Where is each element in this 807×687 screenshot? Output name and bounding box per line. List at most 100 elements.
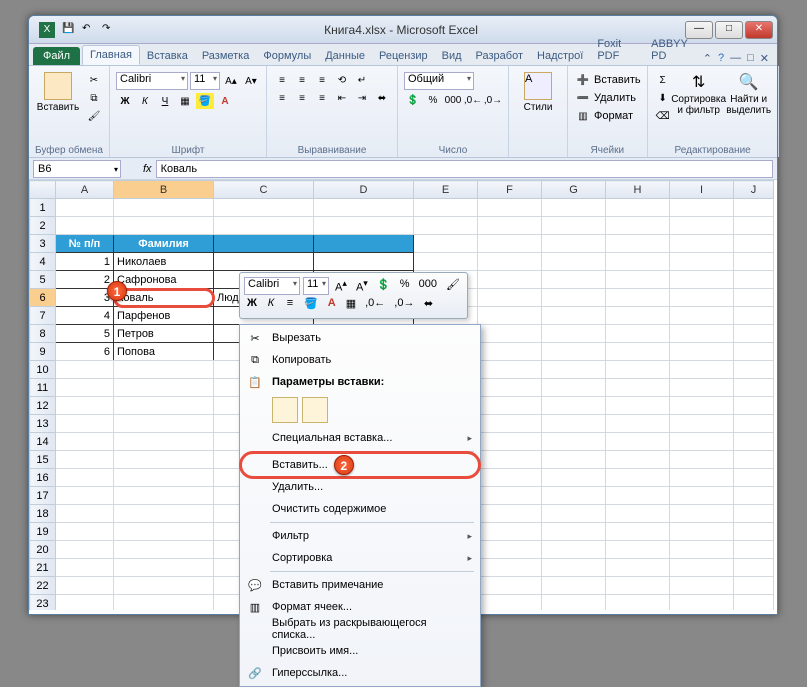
bold-button[interactable]: Ж [116, 93, 134, 109]
format-cells-icon[interactable]: ▥ [574, 108, 592, 124]
tab-insert[interactable]: Вставка [140, 47, 195, 65]
align-left-icon[interactable]: ≡ [273, 90, 291, 106]
ribbon-min-icon[interactable]: ⌃ [703, 52, 712, 65]
mini-size-combo[interactable]: 11 [303, 277, 329, 295]
clear-icon[interactable]: ⌫ [654, 108, 672, 124]
bold-button[interactable]: Ж [244, 296, 260, 314]
indent-dec-icon[interactable]: ⇤ [333, 90, 351, 106]
row-header[interactable]: 14 [30, 433, 56, 451]
dec-decimal-icon[interactable]: ,0→ [391, 296, 417, 314]
tab-data[interactable]: Данные [318, 47, 372, 65]
font-color-button[interactable]: A [324, 296, 340, 314]
align-top-icon[interactable]: ≡ [273, 72, 291, 88]
percent-icon[interactable]: % [424, 92, 442, 108]
name-box[interactable]: B6 [33, 160, 121, 178]
comma-icon[interactable]: 000 [416, 277, 440, 295]
row-header[interactable]: 16 [30, 469, 56, 487]
ctx-cut[interactable]: ✂Вырезать [242, 327, 478, 349]
col-header[interactable]: E [414, 181, 478, 199]
row-header[interactable]: 21 [30, 559, 56, 577]
ctx-insert[interactable]: Вставить... 2 [242, 454, 478, 476]
col-header[interactable]: F [478, 181, 542, 199]
doc-restore-icon[interactable]: □ [747, 52, 754, 65]
tab-abbyy[interactable]: ABBYY PD [644, 35, 703, 65]
format-painter-icon[interactable]: 🖌 [85, 108, 103, 124]
font-name-combo[interactable]: Calibri [116, 72, 188, 90]
row-header[interactable]: 8 [30, 325, 56, 343]
paste-option-values[interactable] [302, 397, 328, 423]
row-header[interactable]: 22 [30, 577, 56, 595]
copy-icon[interactable]: ⧉ [85, 90, 103, 106]
mini-font-combo[interactable]: Calibri [244, 277, 300, 295]
format-cells-button[interactable]: Формат [594, 110, 633, 122]
fill-color-button[interactable]: 🪣 [301, 296, 321, 314]
merge-icon[interactable]: ⬌ [420, 296, 436, 314]
fill-icon[interactable]: ⬇ [654, 90, 672, 106]
tab-addins[interactable]: Надстрої [530, 47, 590, 65]
ctx-hyperlink[interactable]: 🔗Гиперссылка... [242, 662, 478, 684]
row-header[interactable]: 9 [30, 343, 56, 361]
col-header[interactable]: A [56, 181, 114, 199]
col-header[interactable]: G [542, 181, 606, 199]
ctx-paste-special[interactable]: Специальная вставка... [242, 427, 478, 449]
doc-min-icon[interactable]: — [730, 52, 741, 65]
row-header[interactable]: 20 [30, 541, 56, 559]
ctx-delete[interactable]: Удалить... [242, 476, 478, 498]
row-header[interactable]: 4 [30, 253, 56, 271]
ctx-comment[interactable]: 💬Вставить примечание [242, 574, 478, 596]
row-header[interactable]: 18 [30, 505, 56, 523]
align-center-icon[interactable]: ≡ [293, 90, 311, 106]
row-header[interactable]: 13 [30, 415, 56, 433]
align-center-icon[interactable]: ≡ [282, 296, 298, 314]
ctx-format-cells[interactable]: ▥Формат ячеек... [242, 596, 478, 618]
align-mid-icon[interactable]: ≡ [293, 72, 311, 88]
dec-decimal-icon[interactable]: ,0→ [484, 92, 502, 108]
styles-button[interactable]: A Стили [515, 68, 561, 113]
insert-cells-button[interactable]: Вставить [594, 74, 641, 86]
inc-decimal-icon[interactable]: ,0← [362, 296, 388, 314]
row-header[interactable]: 6 [30, 289, 56, 307]
shrink-font-icon[interactable]: A▾ [353, 277, 371, 295]
row-header[interactable]: 3 [30, 235, 56, 253]
select-all-button[interactable] [30, 181, 56, 199]
row-header[interactable]: 5 [30, 271, 56, 289]
formula-input[interactable]: Коваль [156, 160, 773, 178]
align-right-icon[interactable]: ≡ [313, 90, 331, 106]
autosum-icon[interactable]: Σ [654, 72, 672, 88]
grow-font-icon[interactable]: A▴ [332, 277, 350, 295]
format-painter-icon[interactable]: 🖌 [443, 277, 463, 295]
maximize-button[interactable]: □ [715, 21, 743, 39]
tab-layout[interactable]: Разметка [195, 47, 257, 65]
paste-option-all[interactable] [272, 397, 298, 423]
tab-view[interactable]: Вид [435, 47, 469, 65]
underline-button[interactable]: Ч [156, 93, 174, 109]
ctx-copy[interactable]: ⧉Копировать [242, 349, 478, 371]
row-header[interactable]: 15 [30, 451, 56, 469]
find-select-button[interactable]: 🔍 Найти и выделить [726, 68, 772, 116]
doc-close-icon[interactable]: ✕ [760, 52, 769, 65]
table-header[interactable]: № п/п [56, 235, 114, 253]
percent-icon[interactable]: % [397, 277, 413, 295]
save-icon[interactable]: 💾 [61, 22, 77, 38]
col-header[interactable]: C [214, 181, 314, 199]
redo-icon[interactable]: ↷ [101, 22, 117, 38]
border-button[interactable]: ▦ [176, 93, 194, 109]
table-header[interactable]: Фамилия [114, 235, 214, 253]
ctx-dropdown-list[interactable]: Выбрать из раскрывающегося списка... [242, 618, 478, 640]
shrink-font-icon[interactable]: A▾ [242, 73, 260, 89]
currency-icon[interactable]: 💲 [374, 277, 394, 295]
grow-font-icon[interactable]: A▴ [222, 73, 240, 89]
col-header[interactable]: I [670, 181, 734, 199]
row-header[interactable]: 19 [30, 523, 56, 541]
row-header[interactable]: 12 [30, 397, 56, 415]
font-size-combo[interactable]: 11 [190, 72, 220, 90]
align-bot-icon[interactable]: ≡ [313, 72, 331, 88]
tab-developer[interactable]: Разработ [469, 47, 530, 65]
merge-icon[interactable]: ⬌ [373, 90, 391, 106]
fx-icon[interactable]: fx [139, 163, 156, 175]
paste-button[interactable]: Вставить [35, 68, 81, 113]
currency-icon[interactable]: 💲 [404, 92, 422, 108]
ctx-sort[interactable]: Сортировка [242, 547, 478, 569]
tab-foxit[interactable]: Foxit PDF [590, 35, 644, 65]
active-cell[interactable]: Коваль [114, 289, 214, 307]
